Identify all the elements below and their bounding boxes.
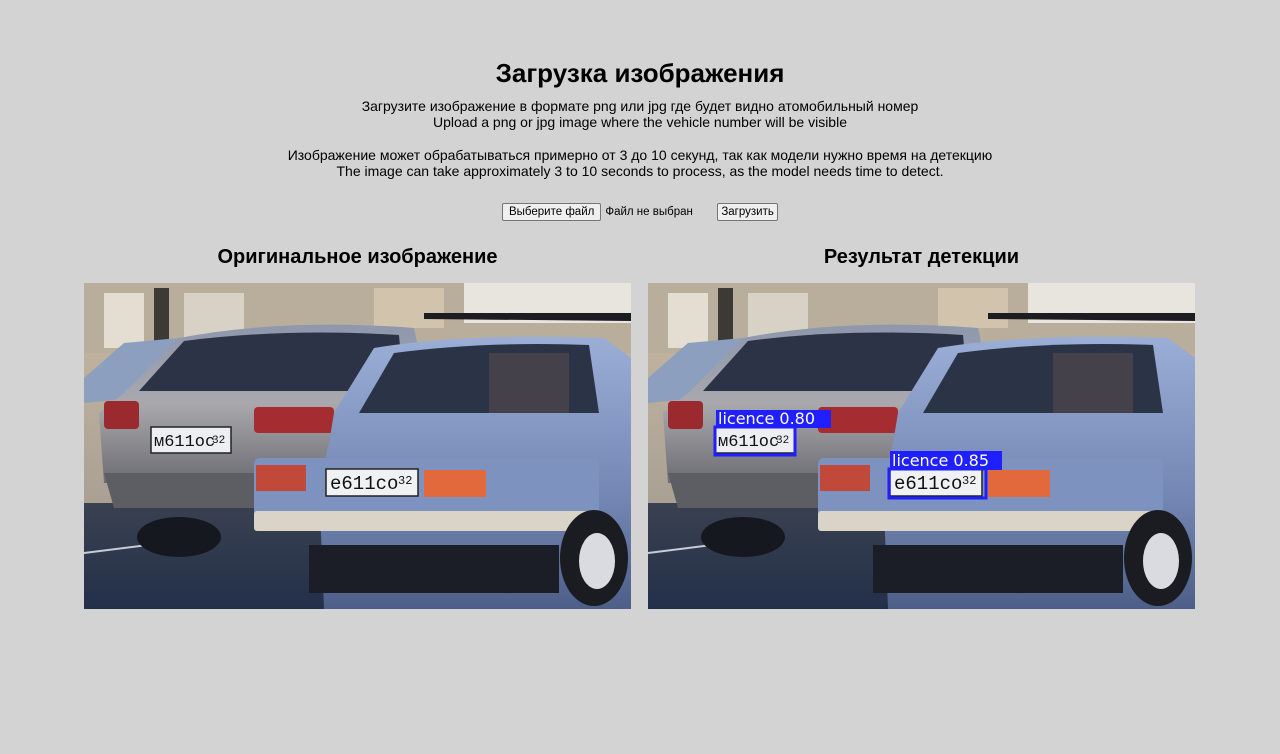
svg-text:м611ос: м611ос [718,433,779,452]
svg-text:м611ос: м611ос [154,433,215,452]
description-en-1: Upload a png or jpg image where the vehi… [432,114,847,130]
audi-plate-detected: м611ос 32 [714,426,796,454]
original-image: м611ос 32 е611со 32 [84,283,631,609]
upload-form: Выберите файл Файл не выбран Загрузить [502,203,778,221]
choose-file-button[interactable]: Выберите файл [502,203,602,221]
lada-plate: е611со 32 [325,468,419,497]
description-ru-2: Изображение может обрабатываться примерн… [287,147,993,163]
svg-text:е611со: е611со [894,473,962,495]
detection-result-image: м611ос 32 е611со 32 licence 0.80 licence… [648,283,1195,609]
original-image-title: Оригинальное изображение [217,246,498,268]
page-title: Загрузка изображения [495,58,785,88]
svg-text:е611со: е611со [330,473,398,495]
detection-label-1: licence 0.80 [718,409,815,428]
upload-button[interactable]: Загрузить [717,203,778,221]
svg-text:32: 32 [776,435,789,447]
lada-plate-detected: е611со 32 [889,468,983,497]
detection-result-title: Результат детекции [823,246,1020,268]
svg-text:32: 32 [212,435,225,447]
description-en-2: The image can take approximately 3 to 10… [336,163,944,179]
svg-text:32: 32 [398,474,412,488]
svg-text:32: 32 [962,474,976,488]
description-ru-1: Загрузите изображение в формате png или … [361,98,919,114]
audi-plate: м611ос 32 [150,426,232,454]
file-status-text: Файл не выбран [605,206,693,218]
detection-label-2: licence 0.85 [892,451,989,470]
